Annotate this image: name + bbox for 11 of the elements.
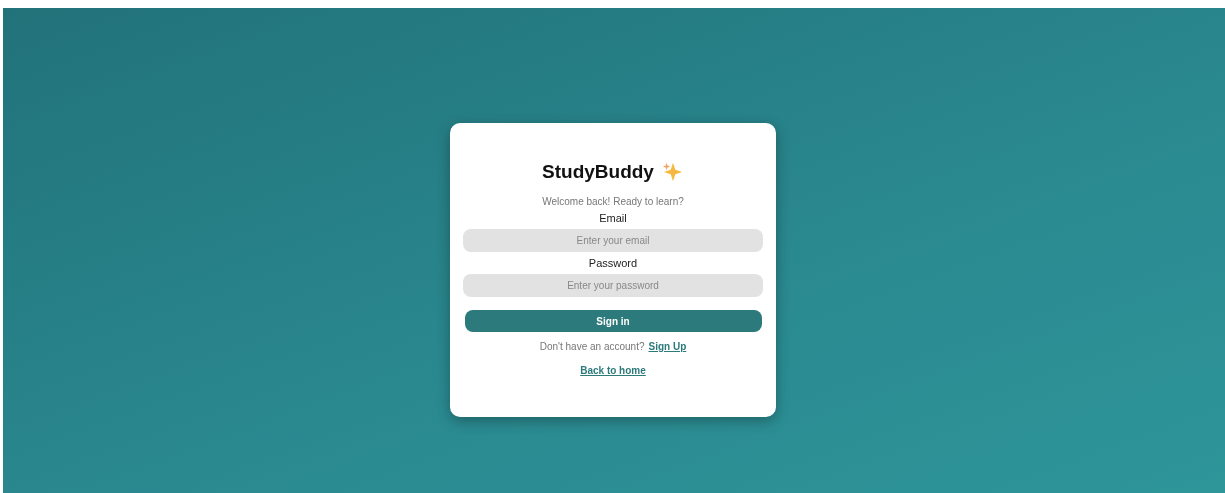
sign-up-link[interactable]: Sign Up: [648, 341, 687, 352]
input-field[interactable]: Enter your email: [463, 229, 763, 252]
field-label: Password: [588, 257, 638, 269]
field-label: Email: [599, 212, 627, 224]
back-link[interactable]: Back to home: [580, 365, 646, 376]
sign-in-button[interactable]: Sign in: [464, 310, 762, 332]
signup-prompt: Don't have an account?: [539, 341, 645, 352]
input-field[interactable]: Enter your password: [463, 274, 763, 297]
welcome-text: Welcome back! Ready to learn?: [542, 196, 684, 207]
app-title: StudyBuddy: [542, 161, 654, 183]
sparkles-icon: [661, 161, 684, 183]
